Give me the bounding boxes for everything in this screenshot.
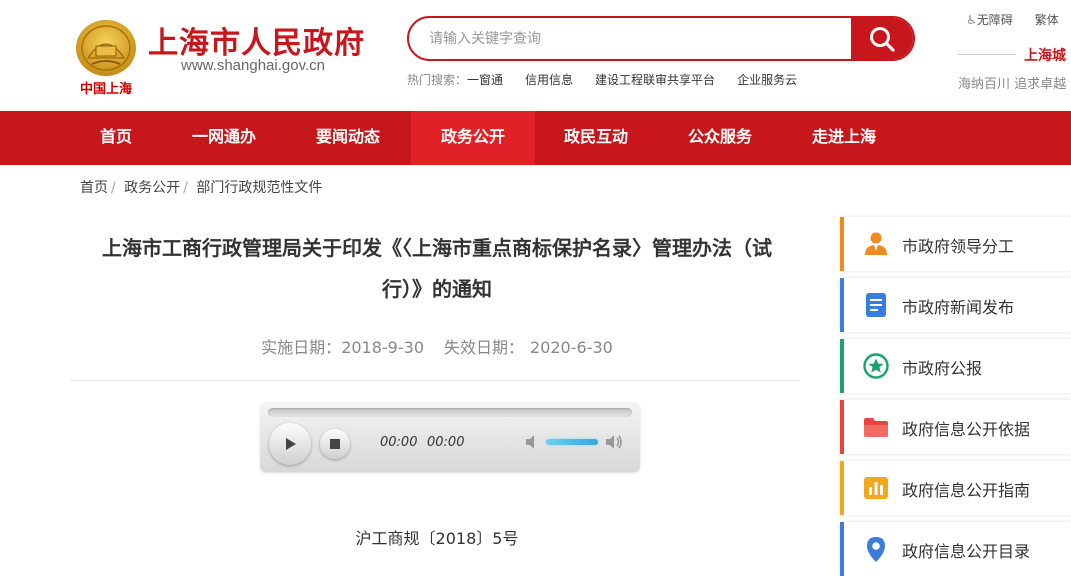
expiry-date: 2020-6-30 <box>530 338 613 357</box>
document-number: 沪工商规〔2018〕5号 <box>355 529 519 548</box>
stop-button[interactable] <box>320 429 350 459</box>
leader-icon <box>865 232 887 255</box>
stop-icon <box>330 439 340 449</box>
traditional-chinese-link[interactable]: 繁体 <box>1035 13 1059 27</box>
sidebar-item-leadership[interactable]: 市政府领导分工 <box>840 217 1071 271</box>
nav-item-home[interactable]: 首页 <box>54 111 178 165</box>
chart-icon <box>864 477 888 499</box>
city-link[interactable]: 上海城 <box>1024 45 1066 65</box>
play-button[interactable] <box>269 423 311 465</box>
nav-item-government-affairs[interactable]: 政务公开 <box>411 111 535 165</box>
sidebar-item-disclosure-catalog[interactable]: 政府信息公开目录 <box>840 522 1071 576</box>
search-input[interactable] <box>409 18 853 59</box>
article-dates: 实施日期：2018-9-30 失效日期： 2020-6-30 <box>88 334 786 358</box>
effective-date-label: 实施日期： <box>261 338 342 357</box>
document-icon <box>866 293 886 317</box>
hot-keyword[interactable]: 企业服务云 <box>737 73 797 87</box>
article-title-line: 上海市工商行政管理局关于印发《〈上海市重点商标保护名录〉管理办法（试 <box>102 236 772 260</box>
sidebar-item-label: 市政府新闻发布 <box>902 298 1015 317</box>
nav-item-about-shanghai[interactable]: 走进上海 <box>782 111 906 165</box>
divider <box>70 380 800 381</box>
article-title-line: 行）》的通知 <box>382 277 492 301</box>
folder-icon <box>864 418 888 437</box>
nav-item-online-services[interactable]: 一网通办 <box>162 111 286 165</box>
current-time: 00:00 <box>380 435 418 450</box>
hot-keyword[interactable]: 信用信息 <box>525 73 573 87</box>
audio-player: 00:00 00:00 <box>260 402 640 472</box>
accessibility-link[interactable]: 无障碍 <box>977 13 1013 27</box>
expiry-date-label: 失效日期： <box>444 338 525 357</box>
top-links: ♿无障碍 繁体 <box>966 11 1059 28</box>
hot-search-label: 热门搜索： <box>407 73 468 87</box>
shanghai-emblem-logo[interactable] <box>74 18 138 78</box>
sidebar-item-press-release[interactable]: 市政府新闻发布 <box>840 278 1071 332</box>
search-icon <box>870 26 895 52</box>
main-nav: 首页 一网通办 要闻动态 政务公开 政民互动 公众服务 走进上海 <box>0 111 1071 165</box>
slogan: 海纳百川 追求卓越 <box>958 77 1067 92</box>
star-circle-icon <box>863 353 889 379</box>
sidebar-item-label: 政府信息公开目录 <box>902 542 1031 561</box>
location-pin-icon <box>867 537 885 562</box>
article-title: 上海市工商行政管理局关于印发《〈上海市重点商标保护名录〉管理办法（试 行）》的通… <box>88 228 786 310</box>
volume-icon[interactable] <box>604 433 624 451</box>
hot-keyword[interactable]: 建设工程联审共享平台 <box>595 73 715 87</box>
nav-item-public-services[interactable]: 公众服务 <box>658 111 782 165</box>
logo-caption: 中国上海 <box>80 82 133 97</box>
breadcrumb-item[interactable]: 部门行政规范性文件 <box>196 180 322 196</box>
sidebar-item-gazette[interactable]: 市政府公报 <box>840 339 1071 393</box>
breadcrumb-item[interactable]: 政务公开 <box>124 180 180 196</box>
divider <box>958 54 1016 55</box>
search-box <box>407 16 915 61</box>
sidebar-item-disclosure-guide[interactable]: 政府信息公开指南 <box>840 461 1071 515</box>
sidebar-item-disclosure-basis[interactable]: 政府信息公开依据 <box>840 400 1071 454</box>
site-title[interactable]: 上海市人民政府 <box>148 18 365 62</box>
nav-item-news[interactable]: 要闻动态 <box>286 111 410 165</box>
mute-icon[interactable] <box>524 433 542 451</box>
sidebar-item-label: 市政府领导分工 <box>902 237 1015 256</box>
nav-item-interaction[interactable]: 政民互动 <box>534 111 658 165</box>
breadcrumb: 首页 / 政务公开 / 部门行政规范性文件 <box>80 180 323 196</box>
hot-search: 热门搜索：一窗通 信用信息 建设工程联审共享平台 企业服务云 <box>407 71 797 88</box>
duration: 00:00 <box>427 435 465 450</box>
sidebar-item-label: 政府信息公开依据 <box>902 420 1031 439</box>
audio-progress-bar[interactable] <box>268 408 632 417</box>
play-icon <box>286 438 296 450</box>
sidebar-item-label: 政府信息公开指南 <box>902 481 1031 500</box>
search-button[interactable] <box>851 18 913 59</box>
breadcrumb-item[interactable]: 首页 <box>80 180 108 196</box>
hot-keyword[interactable]: 一窗通 <box>467 73 503 87</box>
volume-slider[interactable] <box>546 439 598 445</box>
site-url[interactable]: www.shanghai.gov.cn <box>181 57 325 74</box>
accessibility-icon: ♿ <box>966 13 977 27</box>
sidebar-item-label: 市政府公报 <box>902 359 983 378</box>
effective-date: 2018-9-30 <box>341 338 424 357</box>
